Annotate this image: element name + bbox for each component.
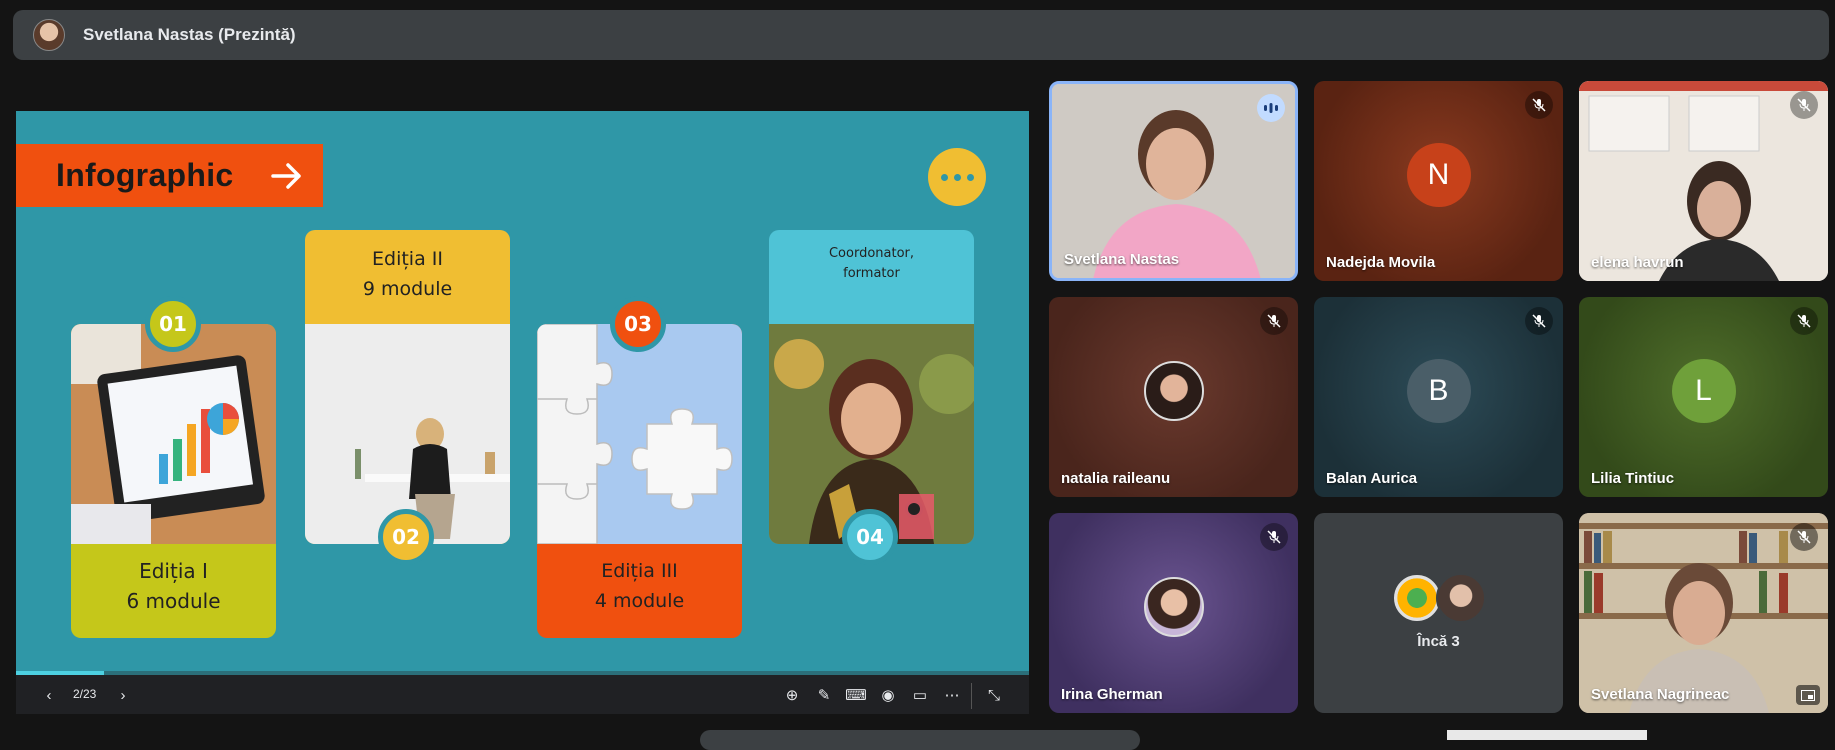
mic-off-icon	[1790, 91, 1818, 119]
badge-04: 04	[842, 509, 898, 565]
participant-tile-svetlana-nastas[interactable]: Svetlana Nastas	[1049, 81, 1298, 281]
slide-progress	[16, 671, 104, 675]
chevron-left-icon[interactable]: ‹	[38, 685, 60, 707]
participant-name: Lilia Tintiuc	[1591, 470, 1675, 487]
speaking-indicator-icon	[1257, 94, 1285, 122]
avatar-initial: N	[1406, 143, 1471, 207]
more-avatar-1	[1392, 573, 1442, 623]
badge-01: 01	[145, 296, 201, 352]
bottom-toolbar-edge	[700, 730, 1140, 750]
chevron-right-icon[interactable]: ›	[112, 685, 134, 707]
slide-title: Infographic	[56, 157, 234, 193]
more-dots-decoration	[928, 148, 986, 206]
participant-avatar	[1143, 361, 1204, 421]
presenter-bar: Svetlana Nastas (Prezintă)	[13, 10, 1829, 60]
puzzle-image	[537, 324, 742, 544]
more-participants-label: Încă 3	[1417, 633, 1460, 650]
more-avatar-2	[1436, 573, 1486, 623]
keyboard-icon[interactable]: ⌨	[845, 685, 867, 707]
participant-name: Irina Gherman	[1061, 686, 1163, 703]
card-4-line2: formator	[843, 266, 900, 281]
participant-avatar	[1143, 577, 1204, 637]
avatar-initial: L	[1671, 359, 1736, 423]
card-3-line1: Ediția III	[601, 560, 678, 582]
participant-tile-lilia-tintiuc[interactable]: L Lilia Tintiuc	[1579, 297, 1828, 497]
presentation-stage: Infographic Ediția I 6 module 01 Ediția …	[16, 111, 1029, 714]
card-1-line1: Ediția I	[139, 559, 208, 583]
participant-name: elena havrun	[1591, 254, 1684, 271]
presenter-avatar	[33, 19, 65, 51]
divider	[971, 683, 972, 709]
mic-off-icon	[1260, 307, 1288, 335]
participant-name: Balan Aurica	[1326, 470, 1418, 487]
picture-in-picture-icon[interactable]	[1796, 685, 1820, 705]
slide-banner: Infographic	[16, 144, 323, 207]
presenter-title: Svetlana Nastas (Prezintă)	[83, 25, 296, 44]
more-options-icon[interactable]: ⋯	[941, 685, 963, 707]
arrow-right-icon	[271, 163, 301, 189]
tablet-chart-image	[71, 324, 276, 544]
badge-02: 02	[378, 509, 434, 565]
slide: Infographic Ediția I 6 module 01 Ediția …	[16, 111, 1029, 671]
pen-icon[interactable]: ✎	[813, 685, 835, 707]
participant-tile-svetlana-nagrineac[interactable]: Svetlana Nagrineac	[1579, 513, 1828, 713]
participant-name: Nadejda Movila	[1326, 254, 1436, 271]
card-2-line2: 9 module	[362, 278, 453, 300]
participant-tile-balan-aurica[interactable]: B Balan Aurica	[1314, 297, 1563, 497]
page-counter: 2/23	[73, 687, 97, 701]
presentation-controls: ‹ 2/23 › ⊕ ✎ ⌨ ◉ ▭ ⋯ ⤡	[16, 671, 1029, 714]
participant-name: natalia raileanu	[1061, 470, 1171, 487]
badge-03: 03	[610, 296, 666, 352]
card-coordinator: Coordonator, formator	[769, 230, 974, 544]
participant-tile-irina-gherman[interactable]: Irina Gherman	[1049, 513, 1298, 713]
avatar-initial: B	[1406, 359, 1471, 423]
participant-name: Svetlana Nagrineac	[1591, 686, 1730, 703]
card-edition-3: Ediția III 4 module	[537, 324, 742, 638]
mic-off-icon	[1525, 307, 1553, 335]
more-participants-tile[interactable]: Încă 3	[1314, 513, 1563, 713]
card-3-line2: 4 module	[594, 590, 685, 612]
card-4-line1: Coordonator,	[828, 246, 915, 261]
participant-tile-natalia-raileanu[interactable]: natalia raileanu	[1049, 297, 1298, 497]
card-edition-2: Ediția II 9 module	[305, 230, 510, 544]
broadcast-icon[interactable]: ◉	[877, 685, 899, 707]
mic-off-icon	[1525, 91, 1553, 119]
mic-off-icon	[1790, 523, 1818, 551]
participant-tile-elena-havrun[interactable]: elena havrun	[1579, 81, 1828, 281]
mic-off-icon	[1260, 523, 1288, 551]
captions-icon[interactable]: ▭	[909, 685, 931, 707]
bottom-indicator	[1447, 730, 1647, 740]
card-2-line1: Ediția II	[372, 248, 443, 270]
zoom-in-icon[interactable]: ⊕	[781, 685, 803, 707]
card-edition-1: Ediția I 6 module	[71, 324, 276, 638]
participant-tile-nadejda-movila[interactable]: N Nadejda Movila	[1314, 81, 1563, 281]
card-1-line2: 6 module	[126, 589, 221, 613]
participant-name: Svetlana Nastas	[1064, 251, 1180, 268]
mic-off-icon	[1790, 307, 1818, 335]
exit-fullscreen-icon[interactable]: ⤡	[983, 685, 1005, 707]
